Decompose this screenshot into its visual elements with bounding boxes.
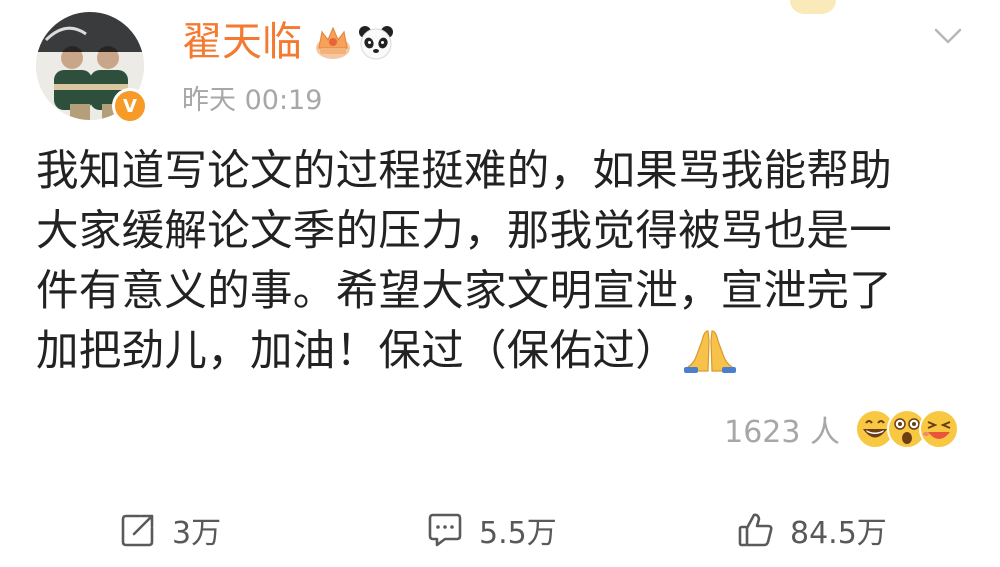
post-line: 大家缓解论文季的压力，那我觉得被骂也是一 <box>36 207 893 256</box>
praying-hands-icon <box>684 330 737 373</box>
like-count: 84.5万 <box>790 516 887 551</box>
corner-decoration <box>790 0 836 14</box>
post-body: 我知道写论文的过程挺难的，如果骂我能帮助 大家缓解论文季的压力，那我觉得被骂也是… <box>36 142 986 382</box>
reaction-summary[interactable]: 1623 人 <box>724 406 962 452</box>
repost-icon <box>121 514 154 547</box>
repost-button[interactable]: 3万 <box>118 508 221 552</box>
chevron-down-icon[interactable] <box>930 18 966 54</box>
verified-badge: V <box>112 88 148 124</box>
comment-count: 5.5万 <box>479 516 557 551</box>
comment-button[interactable]: 5.5万 <box>425 508 557 552</box>
post-line-text: 加把劲儿，加油！保过（保佑过） <box>36 327 679 376</box>
reaction-emojis <box>854 406 962 452</box>
action-bar: 3万 5.5万 84.5万 <box>0 490 1000 560</box>
comment-icon <box>428 513 462 547</box>
laughing-face-icon <box>919 409 959 449</box>
post-timestamp: 昨天 00:19 <box>182 85 323 116</box>
thumbs-up-icon <box>738 513 773 547</box>
crown-icon <box>316 26 350 59</box>
like-button[interactable]: 84.5万 <box>736 508 887 552</box>
username[interactable]: 翟天临 <box>182 16 302 68</box>
panda-icon <box>359 26 393 60</box>
post-line-last: 加把劲儿，加油！保过（保佑过） <box>36 322 986 382</box>
post-line: 件有意义的事。希望大家文明宣泄，宣泄完了 <box>36 267 893 316</box>
repost-count: 3万 <box>172 516 222 551</box>
post-line: 我知道写论文的过程挺难的，如果骂我能帮助 <box>36 147 893 196</box>
reaction-count: 1623 人 <box>724 415 840 450</box>
